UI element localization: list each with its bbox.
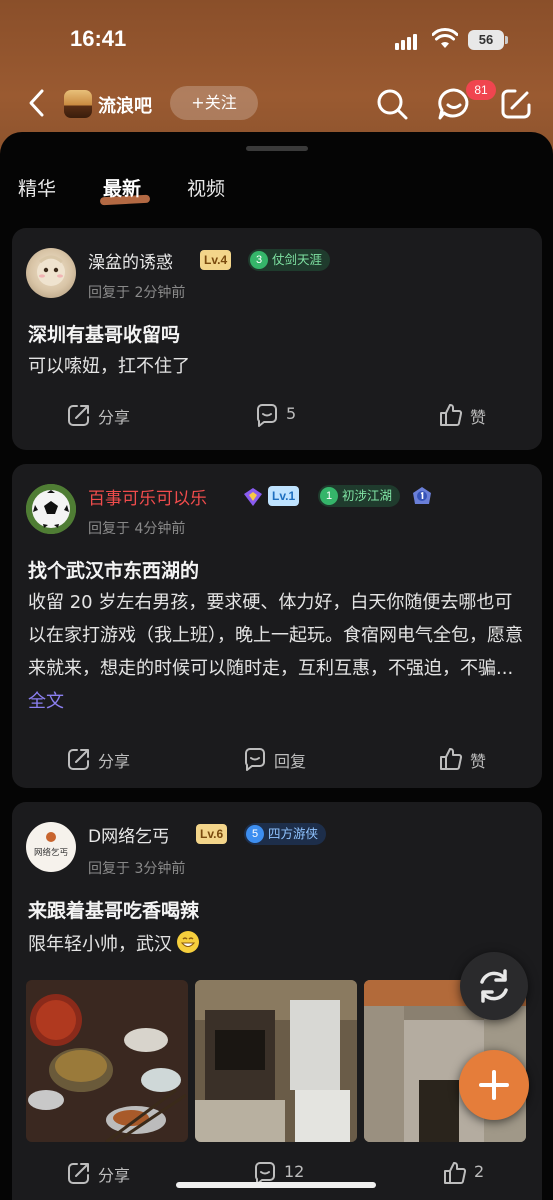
refresh-button[interactable]: [460, 952, 528, 1020]
avatar-text: 网络乞丐: [34, 847, 68, 858]
vip-icon: [244, 488, 262, 506]
compose-icon[interactable]: [498, 86, 534, 122]
status-time: 16:41: [70, 26, 127, 51]
battery-indicator: 56: [468, 30, 508, 50]
post-title[interactable]: 深圳有基哥收留吗: [28, 320, 180, 347]
avatar[interactable]: 网络乞丐: [26, 822, 76, 872]
search-icon[interactable]: [374, 86, 410, 122]
rank-title: 初涉江湖: [342, 488, 393, 503]
hotpot-photo: [26, 980, 188, 1142]
level-badge: Lv.1: [268, 486, 300, 506]
home-indicator[interactable]: [176, 1182, 376, 1188]
post-title[interactable]: 来跟着基哥吃香喝辣: [28, 896, 199, 923]
avatar[interactable]: [26, 248, 76, 298]
medal-icon: [413, 487, 431, 504]
plus-icon: [479, 1070, 509, 1100]
avatar-image: 网络乞丐: [34, 832, 68, 858]
level-badge: Lv.6: [196, 824, 228, 844]
post-username[interactable]: D网络乞丐: [88, 822, 169, 847]
rank-number: 3: [250, 251, 268, 269]
back-icon[interactable]: [26, 88, 48, 118]
post-username[interactable]: 百事可乐可以乐: [88, 484, 207, 509]
tab-latest[interactable]: 最新: [103, 174, 141, 201]
post-body[interactable]: 限年轻小帅，武汉: [28, 928, 528, 961]
status-bar: 16:41 56: [0, 26, 553, 60]
post-photo-1[interactable]: [26, 980, 188, 1142]
rank-number: 5: [246, 825, 264, 843]
share-label: 分享: [98, 408, 131, 427]
like-label: 赞: [470, 752, 487, 771]
forum-avatar[interactable]: [64, 90, 92, 118]
refresh-icon: [480, 969, 508, 1003]
post-time: 回复于 2分钟前: [88, 285, 186, 301]
fulltext-link[interactable]: 全文: [28, 691, 64, 712]
avatar[interactable]: [26, 484, 76, 534]
rank-title: 四方游侠: [268, 826, 319, 841]
rank-badge: 3 仗剑天涯: [248, 249, 331, 271]
share-label: 分享: [98, 752, 131, 771]
post-card-1[interactable]: 澡盆的诱惑 Lv.4 3 仗剑天涯 回复于 2分钟前 深圳有基哥收留吗 可以嗦妞…: [12, 228, 542, 450]
post-body-text: 限年轻小帅，武汉: [28, 934, 172, 955]
rank-number: 1: [320, 487, 338, 505]
comment-count: 12: [284, 1162, 305, 1181]
thumbs-up-icon: [444, 1161, 467, 1184]
sheet-handle[interactable]: [246, 146, 308, 151]
like-count: 2: [474, 1162, 485, 1181]
comment-icon: [244, 748, 265, 771]
rank-badge: 1 初涉江湖: [318, 485, 401, 507]
post-time: 回复于 4分钟前: [88, 521, 186, 537]
post-card-2[interactable]: 百事可乐可以乐 Lv.1 1 初涉江湖 回复于 4分钟前 找个武汉市东西湖的 收…: [12, 464, 542, 788]
post-photo-2[interactable]: [195, 980, 357, 1142]
soccer-ball-avatar: [26, 484, 76, 534]
post-title[interactable]: 找个武汉市东西湖的: [28, 556, 199, 583]
comment-icon: [256, 404, 277, 427]
post-username[interactable]: 澡盆的诱惑: [88, 248, 173, 273]
post-body-text: 收留 20 岁左右男孩，要求硬、体力好，白天你随便去哪也可以在家打游戏（我上班）…: [28, 592, 523, 679]
thumbs-up-icon: [440, 747, 463, 770]
comment-count: 5: [286, 404, 297, 423]
forum-name[interactable]: 流浪吧: [98, 92, 152, 118]
rank-title: 仗剑天涯: [272, 252, 323, 267]
post-body[interactable]: 收留 20 岁左右男孩，要求硬、体力好，白天你随便去哪也可以在家打游戏（我上班）…: [28, 586, 528, 718]
post-time: 回复于 3分钟前: [88, 861, 186, 877]
tab-bar: 精华 最新 视频: [0, 174, 553, 206]
share-icon: [68, 405, 89, 426]
signal-icon: [395, 32, 421, 50]
like-label: 赞: [470, 408, 487, 427]
level-badge: Lv.4: [200, 250, 232, 270]
reply-label: 回复: [274, 752, 307, 771]
message-badge: 81: [466, 80, 496, 100]
bathroom-photo: [195, 980, 357, 1142]
tab-featured[interactable]: 精华: [18, 174, 56, 201]
rank-badge: 5 四方游侠: [244, 823, 327, 845]
avatar-image: [37, 255, 65, 286]
follow-button[interactable]: +关注: [170, 86, 258, 120]
new-post-button[interactable]: [459, 1050, 529, 1120]
wifi-icon: [432, 28, 458, 48]
thumbs-up-icon: [440, 403, 463, 426]
tab-video[interactable]: 视频: [187, 174, 225, 201]
share-icon: [68, 749, 89, 770]
grin-emoji-icon: [177, 931, 199, 953]
post-body[interactable]: 可以嗦妞，扛不住了: [28, 350, 528, 383]
share-label: 分享: [98, 1166, 131, 1185]
nav-bar: 流浪吧 +关注 81: [0, 80, 553, 126]
share-icon: [68, 1163, 89, 1184]
